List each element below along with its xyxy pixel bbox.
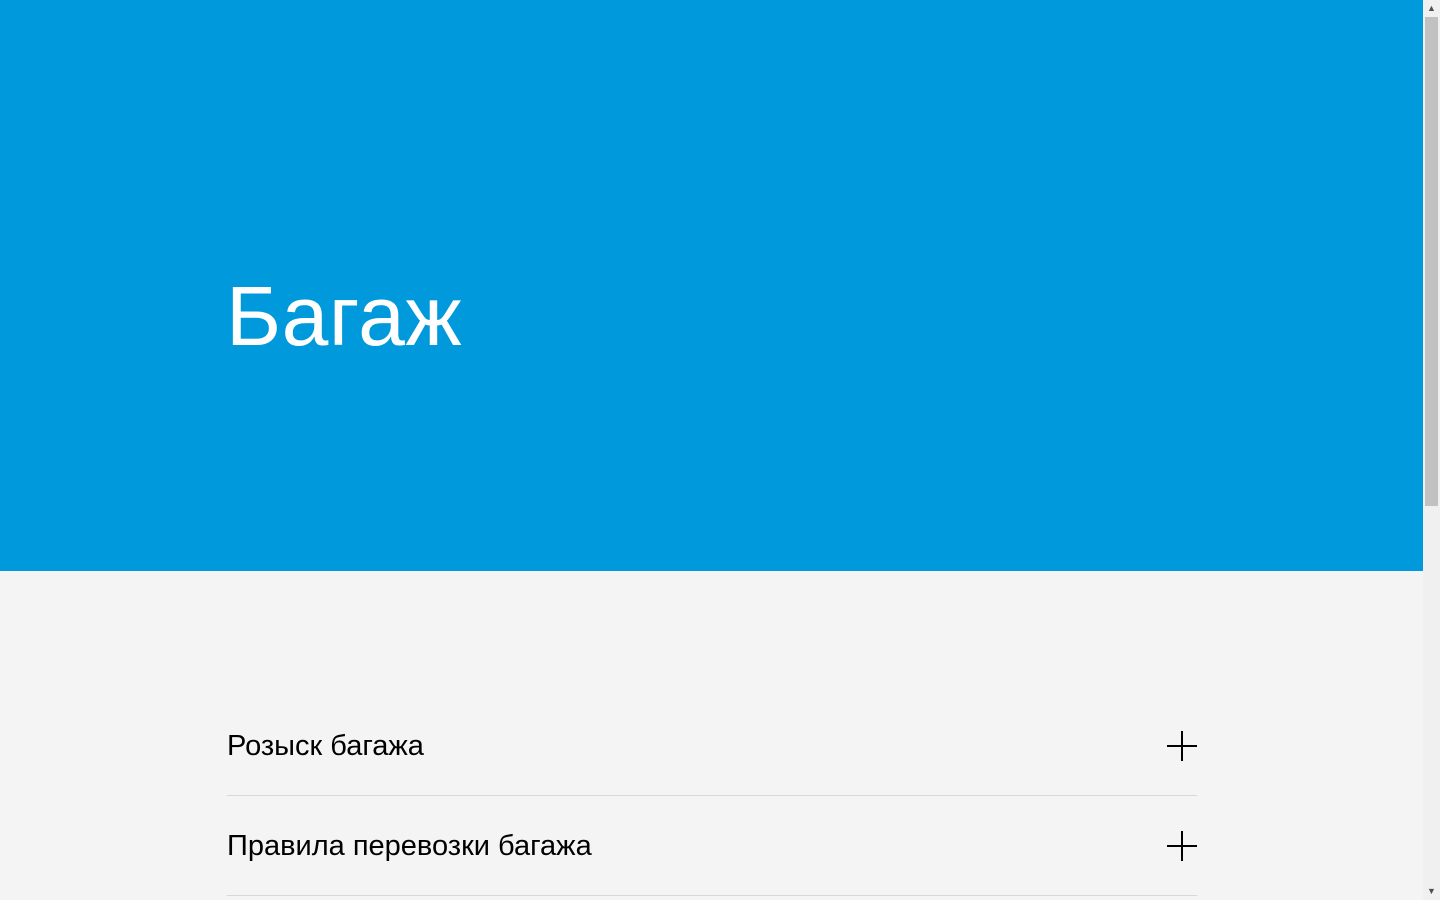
baggage-accordion: Розыск багажа Правила перевозки багажа	[227, 696, 1197, 896]
accordion-item-baggage-search[interactable]: Розыск багажа	[227, 696, 1197, 796]
page: Багаж Розыск багажа Правила перевозки ба…	[0, 0, 1423, 900]
scrollbar-thumb[interactable]	[1425, 17, 1438, 506]
scroll-down-arrow-icon[interactable]: ▼	[1423, 883, 1440, 900]
hero-banner: Багаж	[0, 0, 1423, 571]
scroll-up-arrow-icon[interactable]: ▲	[1423, 0, 1440, 17]
plus-icon[interactable]	[1167, 731, 1197, 761]
accordion-item-baggage-rules[interactable]: Правила перевозки багажа	[227, 796, 1197, 896]
plus-icon[interactable]	[1167, 831, 1197, 861]
accordion-item-label: Розыск багажа	[227, 730, 424, 762]
page-title: Багаж	[226, 269, 463, 363]
vertical-scrollbar[interactable]: ▲ ▼	[1423, 0, 1440, 900]
accordion-item-label: Правила перевозки багажа	[227, 830, 592, 862]
